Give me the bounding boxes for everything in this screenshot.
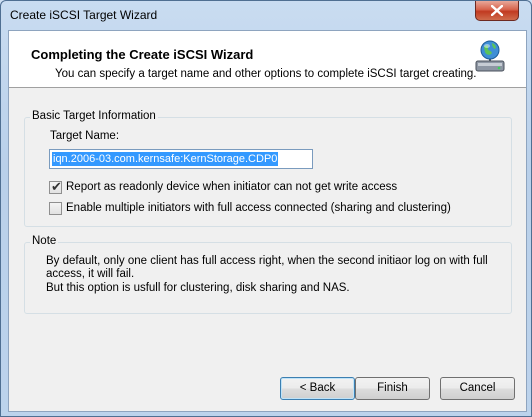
readonly-checkbox-label[interactable]: Report as readonly device when initiator… xyxy=(66,181,397,193)
readonly-checkbox[interactable]: ✔ xyxy=(49,179,62,194)
target-name-value: iqn.2006-03.com.kernsafe:KernStorage.CDP… xyxy=(52,152,279,166)
note-line-1: By default, only one client has full acc… xyxy=(46,255,488,267)
window-title: Create iSCSI Target Wizard xyxy=(10,8,158,22)
wizard-window: Create iSCSI Target Wizard Completing th… xyxy=(0,0,532,417)
page-title: Completing the Create iSCSI Wizard xyxy=(31,47,254,62)
note-line-3: But this option is usfull for clustering… xyxy=(46,282,350,294)
back-button[interactable]: < Back xyxy=(280,377,355,400)
network-drive-globe-icon xyxy=(475,40,505,72)
finish-button[interactable]: Finish xyxy=(355,377,430,400)
multi-initiator-checkbox-label[interactable]: Enable multiple initiators with full acc… xyxy=(66,202,451,214)
page-subtitle: You can specify a target name and other … xyxy=(55,68,477,80)
title-bar[interactable]: Create iSCSI Target Wizard xyxy=(1,1,531,29)
wizard-client-area: Completing the Create iSCSI Wizard You c… xyxy=(8,30,527,412)
close-button[interactable] xyxy=(475,1,519,21)
basic-target-info-label: Basic Target Information xyxy=(30,110,158,122)
close-icon xyxy=(491,5,503,16)
target-name-label: Target Name: xyxy=(50,130,120,142)
note-line-2: access, it will fail. xyxy=(46,268,135,280)
checkmark-icon: ✔ xyxy=(51,179,62,194)
note-label: Note xyxy=(30,235,59,247)
target-name-input[interactable]: iqn.2006-03.com.kernsafe:KernStorage.CDP… xyxy=(49,149,313,169)
multi-initiator-checkbox[interactable] xyxy=(49,202,62,215)
cancel-button[interactable]: Cancel xyxy=(440,377,515,400)
wizard-header: Completing the Create iSCSI Wizard You c… xyxy=(9,31,526,88)
